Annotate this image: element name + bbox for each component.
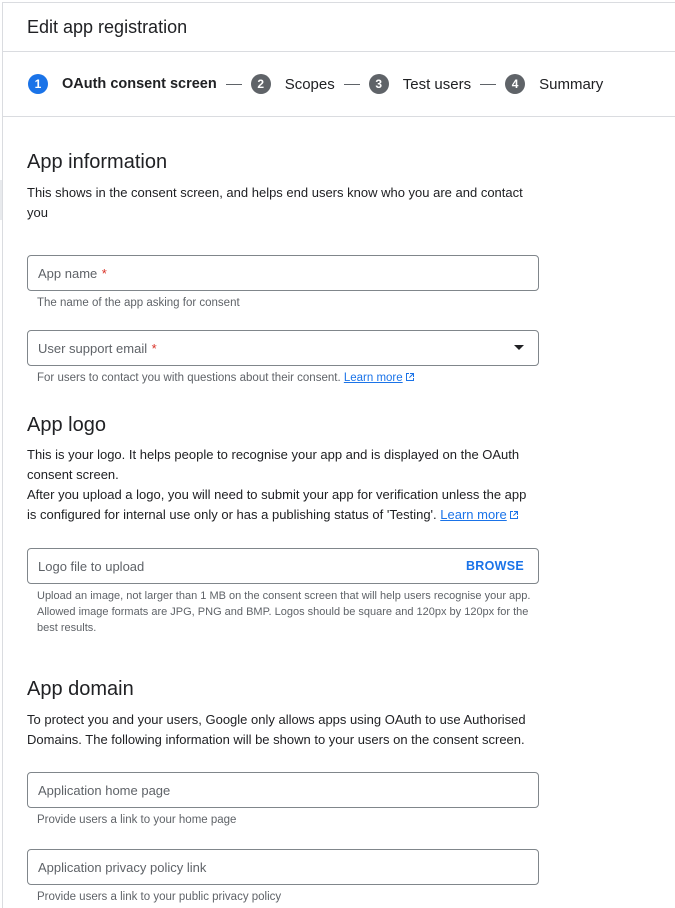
page-title: Edit app registration — [27, 16, 188, 37]
privacy-policy-link-input[interactable]: Application privacy policy link — [27, 849, 539, 885]
app-logo-verification-note: After you upload a logo, you will need t… — [27, 485, 539, 525]
step-scopes[interactable]: 2 Scopes — [250, 74, 335, 94]
support-email-hint-text: For users to contact you with questions … — [37, 372, 341, 384]
logo-upload-placeholder: Logo file to upload — [38, 558, 145, 574]
required-mark: * — [151, 340, 157, 356]
browse-button[interactable]: BROWSE — [466, 559, 524, 573]
step-test-users[interactable]: 3 Test users — [368, 74, 472, 94]
stepper: 1 OAuth consent screen 2 Scopes 3 Test u… — [3, 52, 675, 117]
step-oauth-consent[interactable]: 1 OAuth consent screen — [28, 74, 217, 94]
app-name-hint: The name of the app asking for consent — [37, 297, 240, 309]
app-information-description: This shows in the consent screen, and he… — [27, 185, 523, 220]
step-label: Scopes — [284, 75, 335, 93]
form-content: App information This shows in the consen… — [3, 151, 539, 905]
external-link-icon — [405, 373, 414, 381]
learn-more-link[interactable]: Learn more — [344, 372, 403, 384]
step-number: 1 — [28, 74, 48, 94]
step-number: 2 — [250, 74, 271, 94]
application-home-page-input[interactable]: Application home page — [27, 772, 539, 808]
step-number: 3 — [368, 74, 389, 94]
app-domain-description: To protect you and your users, Google on… — [27, 712, 526, 747]
step-summary[interactable]: 4 Summary — [505, 74, 603, 94]
step-label: OAuth consent screen — [62, 76, 217, 92]
step-separator — [225, 83, 242, 85]
required-mark: * — [101, 265, 107, 281]
section-title-app-information: App information — [27, 151, 168, 173]
support-email-hint: For users to contact you with questions … — [27, 370, 539, 386]
dropdown-arrow-icon — [514, 345, 524, 350]
app-name-input[interactable]: App name * — [27, 255, 539, 291]
external-link-icon — [509, 511, 518, 519]
edit-app-panel: Edit app registration 1 OAuth consent sc… — [2, 2, 675, 908]
learn-more-link[interactable]: Learn more — [440, 507, 506, 522]
app-logo-description: This is your logo. It helps people to re… — [27, 447, 520, 482]
step-separator — [480, 83, 497, 85]
section-title-app-logo: App logo — [27, 414, 106, 436]
privacy-policy-placeholder: Application privacy policy link — [38, 859, 207, 875]
app-name-placeholder: App name — [38, 265, 98, 281]
home-page-placeholder: Application home page — [38, 782, 171, 798]
logo-upload-hint: Upload an image, not larger than 1 MB on… — [37, 590, 531, 634]
step-separator — [343, 83, 360, 85]
page-header: Edit app registration — [3, 3, 675, 52]
step-label: Test users — [402, 75, 472, 93]
step-label: Summary — [539, 75, 604, 93]
privacy-policy-hint: Provide users a link to your public priv… — [37, 891, 282, 903]
home-page-hint: Provide users a link to your home page — [37, 814, 237, 826]
user-support-email-select[interactable]: User support email * — [27, 330, 539, 366]
support-email-placeholder: User support email — [38, 340, 148, 356]
step-number: 4 — [505, 74, 526, 94]
section-title-app-domain: App domain — [27, 678, 134, 700]
logo-upload-input[interactable]: Logo file to upload BROWSE — [27, 548, 539, 584]
